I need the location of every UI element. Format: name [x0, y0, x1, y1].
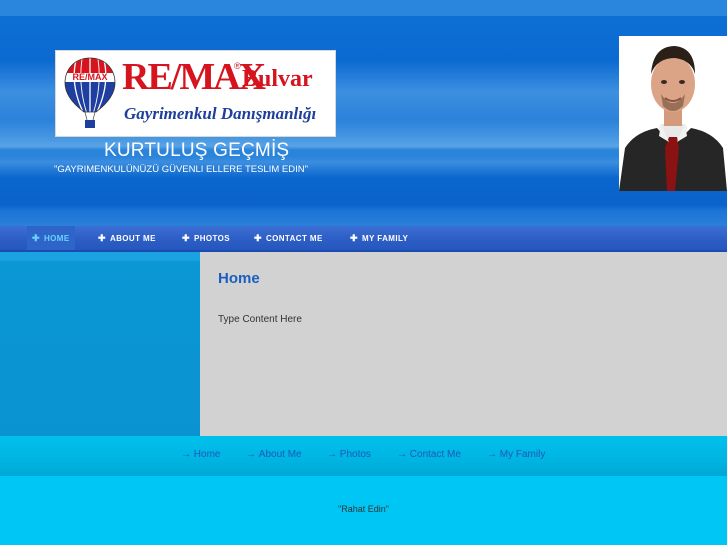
nav-item-label: CONTACT ME [265, 234, 323, 243]
nav-item-about-me[interactable]: ✚ ABOUT ME [98, 226, 156, 250]
arrow-right-icon: → [246, 449, 256, 460]
nav-item-home[interactable]: ✚ HOME [27, 226, 75, 250]
page-body-text: Type Content Here [218, 314, 302, 325]
nav-item-label: MY FAMILY [361, 234, 409, 243]
agent-photo [619, 36, 727, 191]
footer-link-label: Home [193, 449, 221, 460]
logo-tagline: Gayrimenkul Danışmanlığı [124, 104, 317, 123]
footer-link-label: Photos [339, 449, 371, 460]
page-title: Home [218, 270, 260, 287]
balloon-icon: RE/MAX [64, 57, 116, 128]
footer-link-label: My Family [499, 449, 546, 460]
footer-link-label: About Me [258, 449, 302, 460]
plus-icon: ✚ [98, 233, 106, 243]
plus-icon: ✚ [32, 233, 40, 243]
brand-suffix: Bulvar [242, 66, 313, 92]
footer-text: "Rahat Edin" [338, 504, 389, 514]
footer-link-home[interactable]: → Home [181, 449, 220, 460]
nav-item-label: HOME [43, 234, 70, 243]
nav-item-label: PHOTOS [193, 234, 230, 243]
nav-item-contact-me[interactable]: ✚ CONTACT ME [254, 226, 323, 250]
arrow-right-icon: → [397, 449, 407, 460]
site-slogan: "GAYRIMENKULÜNÜZÜ GÜVENLI ELLERE TESLIM … [54, 164, 308, 175]
agent-portrait [619, 36, 727, 191]
svg-text:RE/MAX: RE/MAX [72, 72, 107, 82]
main-content: Home Type Content Here [200, 252, 727, 436]
registered-mark: ® [234, 61, 241, 71]
main-nav: ✚ HOME ✚ ABOUT ME ✚ PHOTOS ✚ CONTACT ME ✚ MY … [0, 226, 727, 250]
site-header: RE/MAX RE/MAX ® Bulvar Gayrimenkul Danış… [0, 0, 727, 226]
site-footer: "Rahat Edin" [0, 476, 727, 545]
plus-icon: ✚ [254, 233, 262, 243]
agent-name: KURTULUŞ GEÇMİŞ [104, 140, 290, 161]
remax-logo[interactable]: RE/MAX RE/MAX ® Bulvar Gayrimenkul Danış… [55, 50, 336, 137]
footer-link-label: Contact Me [409, 449, 461, 460]
plus-icon: ✚ [182, 233, 190, 243]
footer-nav: → Home → About Me → Photos → Contact Me … [0, 436, 727, 476]
plus-icon: ✚ [350, 233, 358, 243]
nav-item-my-family[interactable]: ✚ MY FAMILY [350, 226, 408, 250]
footer-link-contact-me[interactable]: → Contact Me [397, 449, 461, 460]
nav-item-label: ABOUT ME [109, 234, 156, 243]
footer-link-photos[interactable]: → Photos [327, 449, 371, 460]
footer-link-my-family[interactable]: → My Family [487, 449, 545, 460]
nav-item-photos[interactable]: ✚ PHOTOS [182, 226, 230, 250]
arrow-right-icon: → [327, 449, 337, 460]
arrow-right-icon: → [487, 449, 497, 460]
footer-link-about-me[interactable]: → About Me [246, 449, 302, 460]
sidebar [0, 252, 200, 436]
arrow-right-icon: → [181, 449, 191, 460]
